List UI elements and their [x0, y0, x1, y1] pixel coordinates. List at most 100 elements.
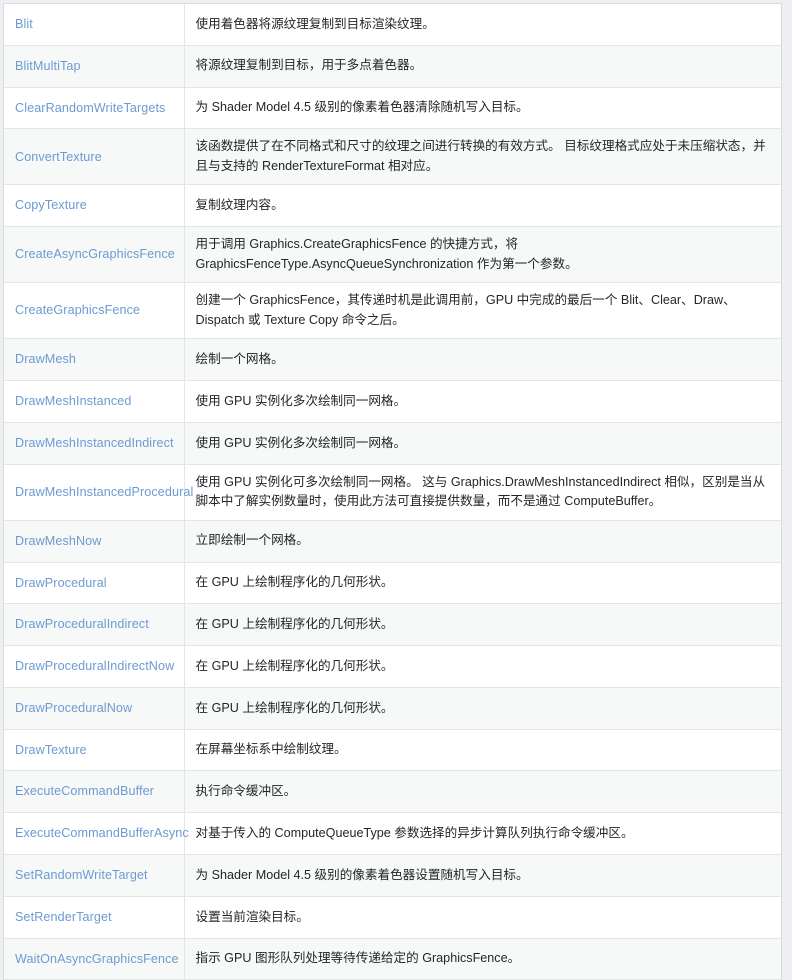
- member-name-cell: ConvertTexture: [4, 128, 185, 186]
- member-description-cell: 复制纹理内容。: [184, 184, 781, 228]
- member-description: 指示 GPU 图形队列处理等待传递给定的 GraphicsFence。: [195, 951, 521, 966]
- member-name-cell: DrawTexture: [4, 729, 185, 772]
- table-row: DrawProceduralIndirect 在 GPU 上绘制程序化的几何形状。: [4, 603, 781, 647]
- member-description: 为 Shader Model 4.5 级别的像素着色器设置随机写入目标。: [195, 867, 529, 882]
- table-row: ExecuteCommandBufferAsync 对基于传入的 ComputeQ…: [4, 812, 781, 856]
- member-link[interactable]: DrawMeshInstancedProcedural: [15, 485, 193, 499]
- table-row: ClearRandomWriteTargets 为 Shader Model 4.…: [4, 87, 781, 130]
- member-link[interactable]: DrawProceduralIndirect: [15, 617, 149, 631]
- table-row: SetRenderTarget 设置当前渲染目标。: [4, 896, 781, 939]
- member-link[interactable]: DrawMeshNow: [15, 534, 101, 548]
- member-table-body: Blit 使用着色器将源纹理复制到目标渲染纹理。 BlitMultiTap 将源纹理复…: [4, 4, 781, 980]
- member-name-cell: CreateGraphicsFence: [4, 282, 185, 340]
- table-row: CopyTexture 复制纹理内容。: [4, 184, 781, 228]
- member-link[interactable]: Blit: [15, 17, 33, 31]
- member-name-cell: DrawProceduralIndirect: [4, 603, 185, 647]
- member-description-cell: 在 GPU 上绘制程序化的几何形状。: [184, 687, 781, 730]
- member-link[interactable]: DrawProceduralNow: [15, 701, 132, 715]
- member-link[interactable]: DrawMeshInstancedIndirect: [15, 436, 174, 450]
- table-row: ConvertTexture 该函数提供了在不同格式和尺寸的纹理之间进行转换的有效…: [4, 128, 781, 186]
- member-link[interactable]: CreateGraphicsFence: [15, 303, 140, 317]
- member-link[interactable]: ExecuteCommandBuffer: [15, 784, 154, 798]
- member-description-cell: 使用着色器将源纹理复制到目标渲染纹理。: [184, 4, 781, 46]
- member-description: 在 GPU 上绘制程序化的几何形状。: [195, 575, 394, 590]
- table-row: CreateGraphicsFence 创建一个 GraphicsFence，其传…: [4, 282, 781, 340]
- member-name-cell: SetRenderTarget: [4, 896, 185, 939]
- member-link[interactable]: CopyTexture: [15, 198, 87, 212]
- member-link[interactable]: SetRandomWriteTarget: [15, 868, 148, 882]
- member-description-cell: 在 GPU 上绘制程序化的几何形状。: [184, 645, 781, 688]
- member-description-cell: 为 Shader Model 4.5 级别的像素着色器清除随机写入目标。: [184, 87, 781, 130]
- member-link[interactable]: ConvertTexture: [15, 150, 102, 164]
- member-name-cell: ExecuteCommandBufferAsync: [4, 812, 189, 856]
- member-description-cell: 用于调用 Graphics.CreateGraphicsFence 的快捷方式，…: [184, 226, 781, 284]
- member-link[interactable]: CreateAsyncGraphicsFence: [15, 247, 175, 261]
- member-description-cell: 对基于传入的 ComputeQueueType 参数选择的异步计算队列执行命令缓…: [184, 812, 781, 856]
- member-name-cell: DrawProceduralNow: [4, 687, 185, 730]
- table-row: DrawProcedural 在 GPU 上绘制程序化的几何形状。: [4, 562, 781, 605]
- table-row: DrawTexture 在屏幕坐标系中绘制纹理。: [4, 729, 781, 772]
- member-description: 绘制一个网格。: [195, 351, 284, 366]
- member-name-cell: SetRandomWriteTarget: [4, 854, 185, 897]
- member-link[interactable]: SetRenderTarget: [15, 910, 112, 924]
- member-link[interactable]: DrawMesh: [15, 352, 76, 366]
- member-link[interactable]: DrawProcedural: [15, 576, 107, 590]
- member-name-cell: CopyTexture: [4, 184, 185, 228]
- member-description-cell: 为 Shader Model 4.5 级别的像素着色器设置随机写入目标。: [184, 854, 781, 897]
- member-link[interactable]: DrawProceduralIndirectNow: [15, 659, 174, 673]
- member-name-cell: DrawMeshInstanced: [4, 380, 185, 423]
- table-row: DrawMeshInstanced 使用 GPU 实例化多次绘制同一网格。: [4, 380, 781, 423]
- member-description: 使用着色器将源纹理复制到目标渲染纹理。: [195, 16, 435, 31]
- member-description: 创建一个 GraphicsFence，其传递时机是此调用前，GPU 中完成的最后…: [195, 293, 736, 327]
- table-row: BlitMultiTap 将源纹理复制到目标，用于多点着色器。: [4, 45, 781, 88]
- member-name-cell: ExecuteCommandBuffer: [4, 770, 185, 814]
- member-link[interactable]: ClearRandomWriteTargets: [15, 101, 165, 115]
- table-row: ExecuteCommandBuffer 执行命令缓冲区。: [4, 770, 781, 814]
- member-description-cell: 使用 GPU 实例化多次绘制同一网格。: [184, 380, 781, 423]
- member-description-cell: 在屏幕坐标系中绘制纹理。: [184, 729, 781, 772]
- member-name-cell: ClearRandomWriteTargets: [4, 87, 185, 130]
- member-description-cell: 使用 GPU 实例化多次绘制同一网格。: [184, 422, 781, 465]
- member-description-cell: 使用 GPU 实例化可多次绘制同一网格。 这与 Graphics.DrawMes…: [184, 464, 781, 521]
- member-description-cell: 创建一个 GraphicsFence，其传递时机是此调用前，GPU 中完成的最后…: [184, 282, 781, 340]
- member-link[interactable]: BlitMultiTap: [15, 59, 81, 73]
- member-name-cell: WaitOnAsyncGraphicsFence: [4, 938, 185, 980]
- table-row: DrawMeshNow 立即绘制一个网格。: [4, 520, 781, 563]
- member-description: 该函数提供了在不同格式和尺寸的纹理之间进行转换的有效方式。 目标纹理格式应处于未…: [195, 139, 766, 173]
- member-table-container: Blit 使用着色器将源纹理复制到目标渲染纹理。 BlitMultiTap 将源纹理复…: [3, 3, 782, 980]
- member-description-cell: 绘制一个网格。: [184, 338, 781, 382]
- member-description-cell: 指示 GPU 图形队列处理等待传递给定的 GraphicsFence。: [184, 938, 781, 980]
- member-description: 在 GPU 上绘制程序化的几何形状。: [195, 616, 394, 631]
- member-description-cell: 在 GPU 上绘制程序化的几何形状。: [184, 562, 781, 605]
- member-link[interactable]: DrawTexture: [15, 743, 87, 757]
- member-name-cell: Blit: [4, 4, 185, 46]
- member-description: 设置当前渲染目标。: [195, 909, 309, 924]
- member-description-cell: 将源纹理复制到目标，用于多点着色器。: [184, 45, 781, 88]
- table-row: DrawProceduralNow 在 GPU 上绘制程序化的几何形状。: [4, 687, 781, 730]
- member-description: 为 Shader Model 4.5 级别的像素着色器清除随机写入目标。: [195, 100, 529, 115]
- member-description-cell: 在 GPU 上绘制程序化的几何形状。: [184, 603, 781, 647]
- member-description: 在 GPU 上绘制程序化的几何形状。: [195, 658, 394, 673]
- member-name-cell: DrawMesh: [4, 338, 185, 382]
- table-row: CreateAsyncGraphicsFence 用于调用 Graphics.Cr…: [4, 226, 781, 284]
- member-name-cell: CreateAsyncGraphicsFence: [4, 226, 185, 284]
- member-link[interactable]: DrawMeshInstanced: [15, 394, 132, 408]
- table-row: DrawProceduralIndirectNow 在 GPU 上绘制程序化的几何…: [4, 645, 781, 688]
- member-description: 执行命令缓冲区。: [195, 784, 297, 799]
- table-row: Blit 使用着色器将源纹理复制到目标渲染纹理。: [4, 4, 781, 46]
- member-link[interactable]: ExecuteCommandBufferAsync: [15, 826, 189, 840]
- member-description-cell: 设置当前渲染目标。: [184, 896, 781, 939]
- member-description: 使用 GPU 实例化可多次绘制同一网格。 这与 Graphics.DrawMes…: [195, 474, 766, 509]
- member-description: 复制纹理内容。: [195, 198, 284, 213]
- table-row: SetRandomWriteTarget 为 Shader Model 4.5 级…: [4, 854, 781, 897]
- member-description: 立即绘制一个网格。: [195, 533, 309, 548]
- table-row: DrawMeshInstancedProcedural 使用 GPU 实例化可多次…: [4, 464, 781, 521]
- member-description: 用于调用 Graphics.CreateGraphicsFence 的快捷方式，…: [195, 237, 578, 271]
- member-name-cell: DrawProcedural: [4, 562, 185, 605]
- table-row: DrawMeshInstancedIndirect 使用 GPU 实例化多次绘制同…: [4, 422, 781, 465]
- table-row: WaitOnAsyncGraphicsFence 指示 GPU 图形队列处理等待传…: [4, 938, 781, 980]
- member-link[interactable]: WaitOnAsyncGraphicsFence: [15, 952, 179, 966]
- member-name-cell: DrawMeshNow: [4, 520, 185, 563]
- member-description: 在屏幕坐标系中绘制纹理。: [195, 742, 347, 757]
- member-description: 对基于传入的 ComputeQueueType 参数选择的异步计算队列执行命令缓…: [195, 825, 634, 840]
